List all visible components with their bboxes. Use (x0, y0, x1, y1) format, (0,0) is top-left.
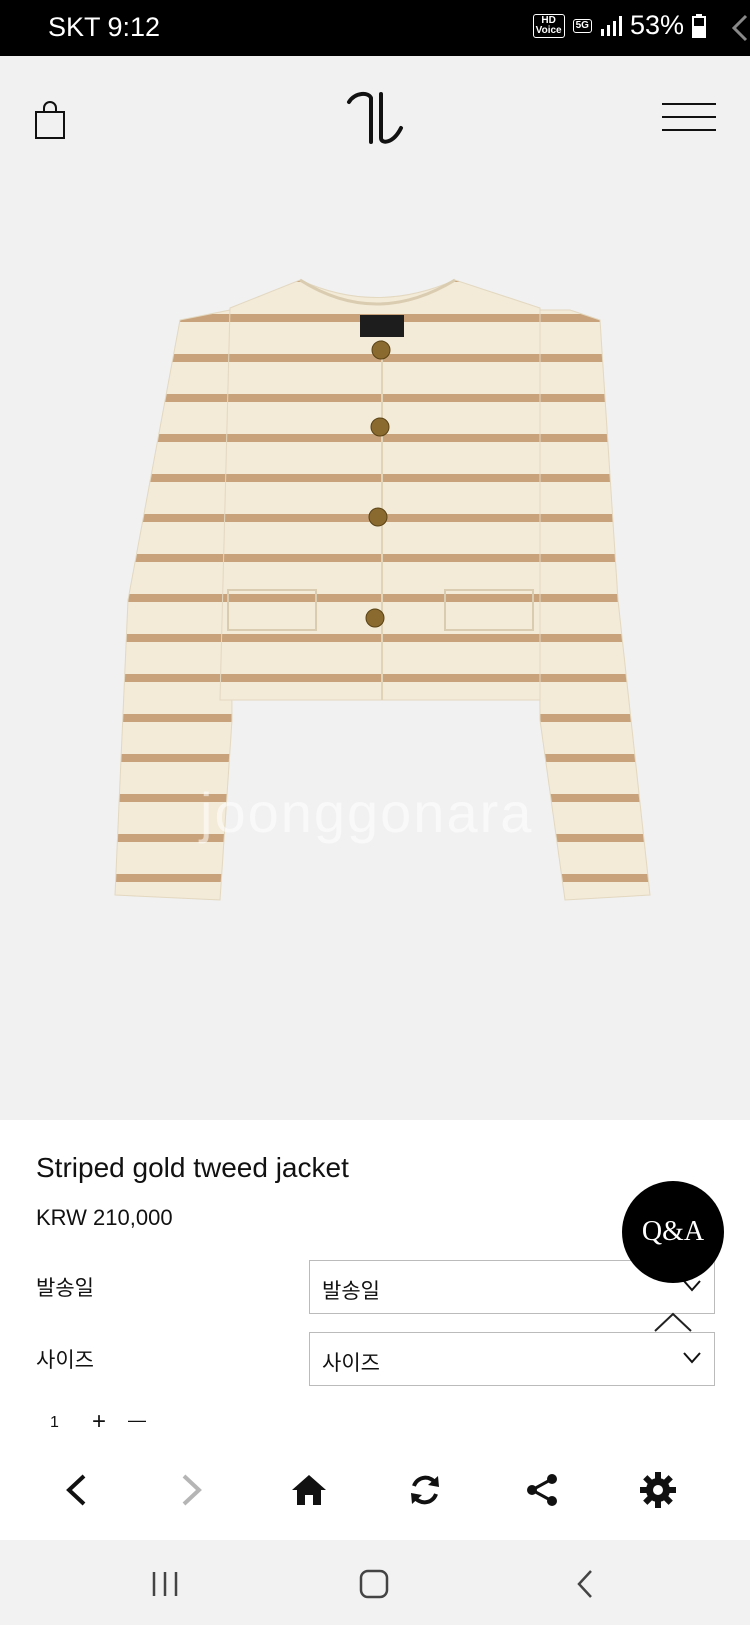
share-button[interactable] (514, 1462, 570, 1518)
product-price: KRW 210,000 (36, 1205, 173, 1230)
quantity-plus-button[interactable]: + (92, 1408, 106, 1436)
shopping-bag-icon[interactable] (34, 100, 66, 140)
jacket-illustration (114, 278, 651, 901)
option-label-size: 사이즈 (36, 1349, 94, 1372)
browser-toolbar (0, 1440, 750, 1540)
recent-apps-icon (152, 1572, 178, 1596)
quantity-value: 1 (50, 1414, 59, 1431)
home-nav-button[interactable] (354, 1566, 394, 1602)
ship-date-value: 발송일 (322, 1280, 380, 1303)
settings-button[interactable] (630, 1462, 686, 1518)
chevron-down-icon (683, 1352, 701, 1364)
back-button[interactable] (48, 1462, 104, 1518)
settings-icon (640, 1472, 676, 1508)
status-bar: SKT 9:12 HD Voice 5G 53% (0, 0, 750, 56)
qa-button[interactable]: Q&A (622, 1181, 724, 1283)
quantity-minus-button[interactable]: — (128, 1410, 146, 1431)
refresh-button[interactable] (397, 1462, 453, 1518)
site-header (0, 56, 750, 180)
watermark-text: joonggonara (200, 781, 534, 844)
refresh-icon (411, 1475, 439, 1505)
option-label-ship-date: 발송일 (36, 1277, 94, 1300)
battery-percent: 53% (629, 10, 684, 40)
product-image[interactable]: joonggonara (0, 180, 750, 1120)
home-button[interactable] (281, 1462, 337, 1518)
back-icon (66, 1474, 86, 1506)
forward-button[interactable] (164, 1462, 220, 1518)
hd-voice-badge: HD Voice (532, 13, 565, 38)
scroll-top-chevron-icon[interactable] (652, 1310, 694, 1334)
battery-icon (692, 13, 706, 38)
brand-logo[interactable] (345, 88, 405, 148)
back-nav-icon (577, 1570, 592, 1598)
home-icon (292, 1475, 326, 1505)
recent-apps-button[interactable] (145, 1566, 185, 1602)
status-time: SKT 9:12 (48, 12, 161, 42)
network-badge: 5G (572, 18, 592, 33)
size-value: 사이즈 (322, 1352, 380, 1375)
signal-icon (600, 15, 622, 36)
forward-icon (182, 1474, 202, 1506)
edge-panel-chevron-icon[interactable] (728, 14, 750, 42)
system-nav-bar (0, 1540, 750, 1625)
hamburger-menu-icon[interactable] (662, 102, 716, 132)
home-square-icon (359, 1569, 389, 1599)
share-icon (527, 1474, 557, 1506)
back-nav-button[interactable] (565, 1566, 605, 1602)
product-title: Striped gold tweed jacket (36, 1152, 349, 1183)
size-select[interactable]: 사이즈 (309, 1332, 715, 1386)
